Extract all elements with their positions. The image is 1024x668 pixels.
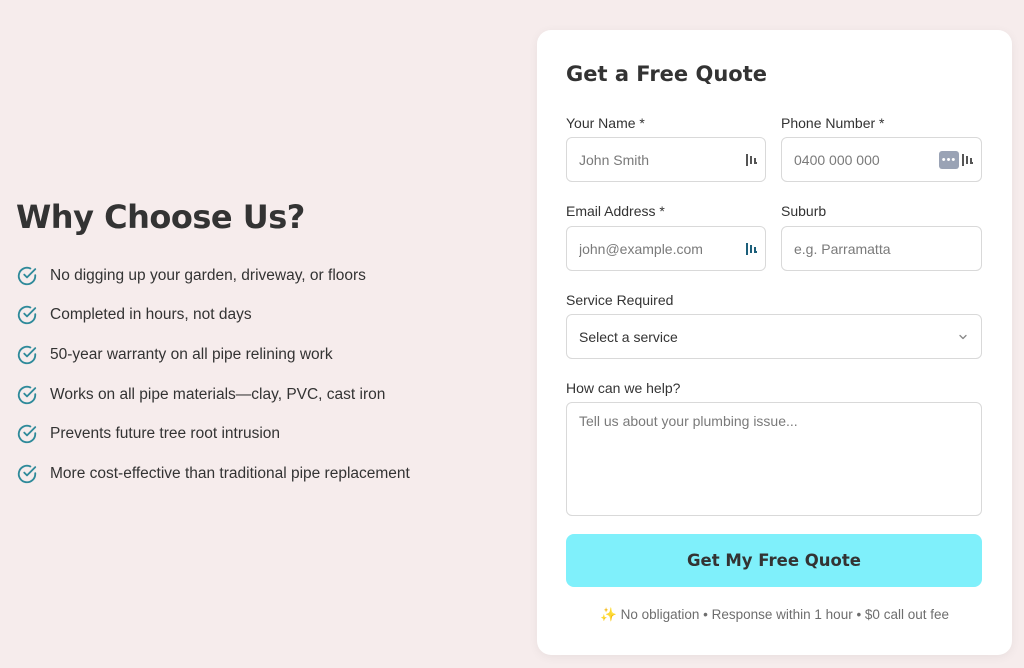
chevron-down-icon: [959, 334, 967, 339]
service-select[interactable]: Select a service: [566, 314, 982, 359]
benefit-item: No digging up your garden, driveway, or …: [16, 256, 516, 296]
benefit-text: Works on all pipe materials—clay, PVC, c…: [50, 385, 386, 403]
benefit-text: 50-year warranty on all pipe relining wo…: [50, 345, 333, 363]
sparkle-icon: ✨: [600, 607, 617, 622]
submit-quote-button[interactable]: Get My Free Quote: [566, 534, 982, 587]
name-input[interactable]: [567, 138, 765, 181]
name-field-wrapper: [566, 137, 766, 182]
service-label: Service Required: [566, 292, 674, 308]
benefit-item: Completed in hours, not days: [16, 296, 516, 336]
benefits-list: No digging up your garden, driveway, or …: [16, 256, 516, 494]
footnote-text: No obligation • Response within 1 hour •…: [620, 607, 949, 622]
benefit-text: Prevents future tree root intrusion: [50, 425, 281, 443]
password-manager-icon[interactable]: [745, 153, 759, 167]
autofill-icon[interactable]: •••: [939, 151, 959, 169]
service-selected-value: Select a service: [579, 328, 678, 345]
form-title: Get a Free Quote: [566, 62, 767, 86]
benefit-text: More cost-effective than traditional pip…: [50, 464, 410, 482]
benefit-item: Prevents future tree root intrusion: [16, 414, 516, 454]
benefit-item: 50-year warranty on all pipe relining wo…: [16, 335, 516, 375]
suburb-field-wrapper: [781, 226, 982, 271]
email-field-wrapper: [566, 226, 766, 271]
benefit-text: No digging up your garden, driveway, or …: [50, 266, 366, 284]
quote-form-card: Get a Free Quote Your Name * Phone Numbe…: [537, 30, 1012, 655]
phone-field-wrapper: •••: [781, 137, 982, 182]
benefit-text: Completed in hours, not days: [50, 306, 252, 324]
check-circle-icon: [17, 266, 37, 285]
benefit-item: Works on all pipe materials—clay, PVC, c…: [16, 375, 516, 415]
check-circle-icon: [17, 306, 37, 325]
name-label: Your Name *: [566, 115, 645, 131]
check-circle-icon: [17, 345, 37, 365]
benefits-section: Why Choose Us? No digging up your garden…: [16, 198, 516, 494]
password-manager-icon[interactable]: [961, 153, 975, 167]
message-textarea[interactable]: [567, 403, 981, 515]
suburb-label: Suburb: [781, 203, 827, 219]
password-manager-icon[interactable]: [745, 242, 759, 256]
message-field-wrapper: [566, 402, 982, 516]
suburb-input[interactable]: [782, 227, 981, 270]
check-circle-icon: [17, 385, 37, 404]
benefits-title: Why Choose Us?: [16, 198, 305, 236]
email-label: Email Address *: [566, 203, 665, 219]
form-footnote: ✨ No obligation • Response within 1 hour…: [537, 607, 1012, 623]
phone-label: Phone Number *: [781, 115, 885, 131]
benefit-item: More cost-effective than traditional pip…: [16, 454, 516, 494]
check-circle-icon: [17, 464, 37, 483]
message-label: How can we help?: [566, 380, 681, 396]
email-input[interactable]: [567, 227, 765, 270]
check-circle-icon: [17, 425, 37, 444]
